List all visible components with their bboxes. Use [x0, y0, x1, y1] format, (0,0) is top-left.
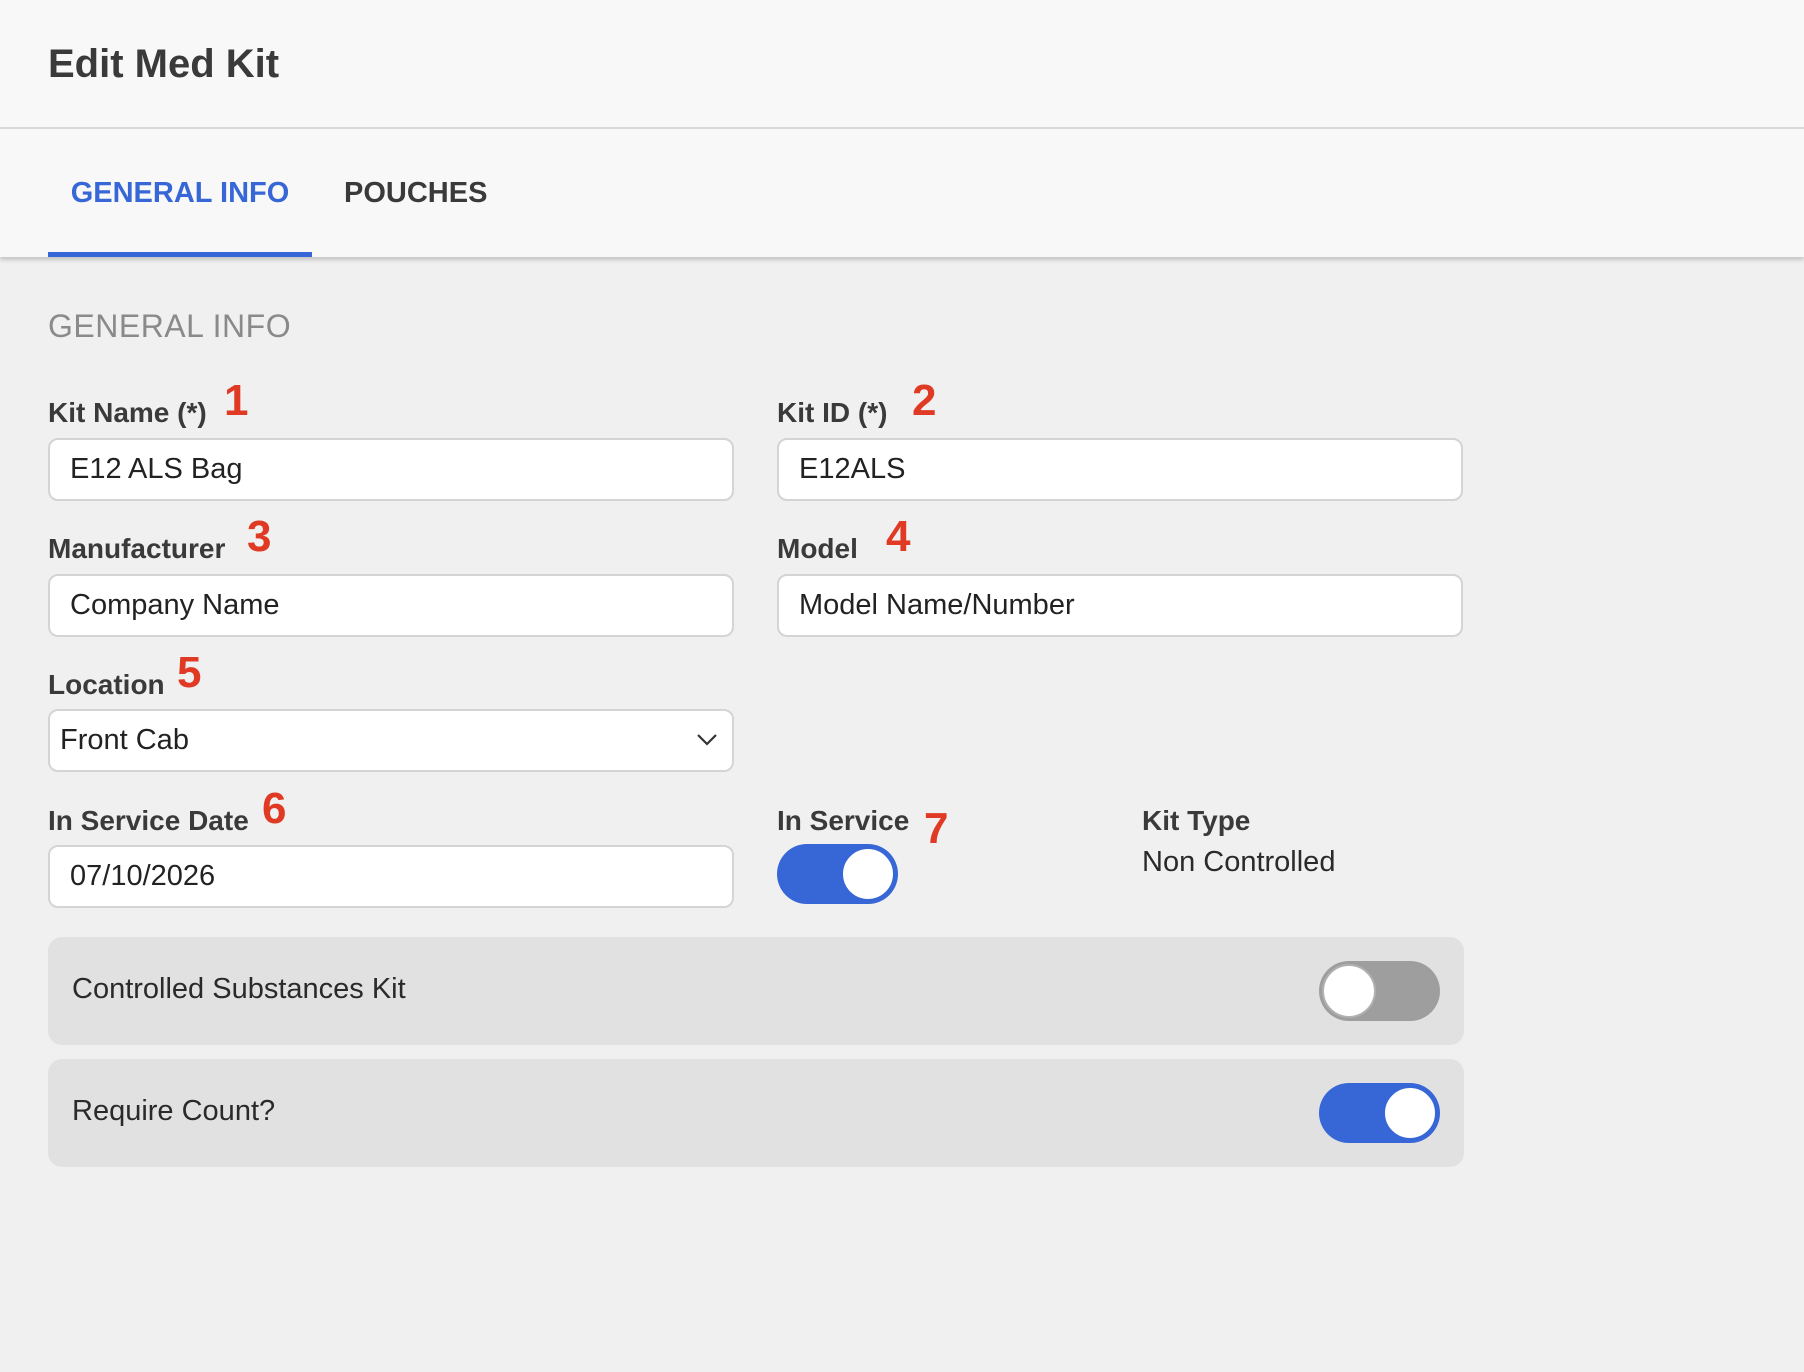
- annotation-marker-6: 6: [262, 784, 287, 833]
- toggle-knob: [1383, 1086, 1437, 1140]
- kit-name-value: E12 ALS Bag: [70, 453, 243, 485]
- manufacturer-label: Manufacturer: [48, 533, 226, 564]
- annotation-marker-3: 3: [247, 512, 272, 561]
- model-value: Model Name/Number: [799, 589, 1075, 621]
- manufacturer-input[interactable]: Company Name: [48, 574, 734, 637]
- toggle-knob: [1322, 964, 1376, 1018]
- kit-type-value: Non Controlled: [1142, 846, 1336, 878]
- toggle-knob: [841, 847, 895, 901]
- require-count-panel: Require Count?: [48, 1059, 1464, 1167]
- kit-name-input[interactable]: E12 ALS Bag: [48, 438, 734, 501]
- location-value: Front Cab: [60, 724, 189, 756]
- tab-general-info[interactable]: GENERAL INFO: [48, 177, 312, 257]
- in-service-date-value: 07/10/2026: [70, 860, 216, 892]
- kit-id-input[interactable]: E12ALS: [777, 438, 1463, 501]
- controlled-substances-label: Controlled Substances Kit: [72, 973, 406, 1005]
- in-service-label: In Service: [777, 805, 910, 836]
- kit-id-label: Kit ID (*): [777, 397, 888, 428]
- tab-bar: GENERAL INFO POUCHES: [0, 129, 1804, 257]
- in-service-toggle[interactable]: [777, 844, 898, 904]
- require-count-label: Require Count?: [72, 1095, 276, 1127]
- location-select[interactable]: Front Cab: [48, 709, 734, 772]
- annotation-marker-4: 4: [886, 512, 911, 561]
- model-input[interactable]: Model Name/Number: [777, 574, 1463, 637]
- kit-name-label: Kit Name (*): [48, 397, 207, 428]
- page-header: Edit Med Kit: [0, 0, 1804, 129]
- chevron-down-icon: [697, 734, 717, 746]
- in-service-date-input[interactable]: 07/10/2026: [48, 845, 734, 908]
- in-service-date-label: In Service Date: [48, 805, 249, 836]
- manufacturer-value: Company Name: [70, 589, 280, 621]
- annotation-marker-1: 1: [224, 376, 249, 425]
- kit-type-label: Kit Type: [1142, 805, 1251, 836]
- annotation-marker-2: 2: [912, 376, 937, 425]
- kit-id-value: E12ALS: [799, 453, 906, 485]
- controlled-substances-toggle[interactable]: [1319, 961, 1440, 1021]
- section-title: GENERAL INFO: [48, 308, 292, 344]
- active-tab-indicator: [48, 252, 312, 257]
- model-label: Model: [777, 533, 858, 564]
- require-count-toggle[interactable]: [1319, 1083, 1440, 1143]
- annotation-marker-5: 5: [177, 648, 202, 697]
- page-title: Edit Med Kit: [48, 42, 280, 86]
- annotation-marker-7: 7: [924, 804, 949, 853]
- controlled-substances-panel: Controlled Substances Kit: [48, 937, 1464, 1045]
- tab-pouches[interactable]: POUCHES: [344, 177, 487, 257]
- location-label: Location: [48, 669, 165, 700]
